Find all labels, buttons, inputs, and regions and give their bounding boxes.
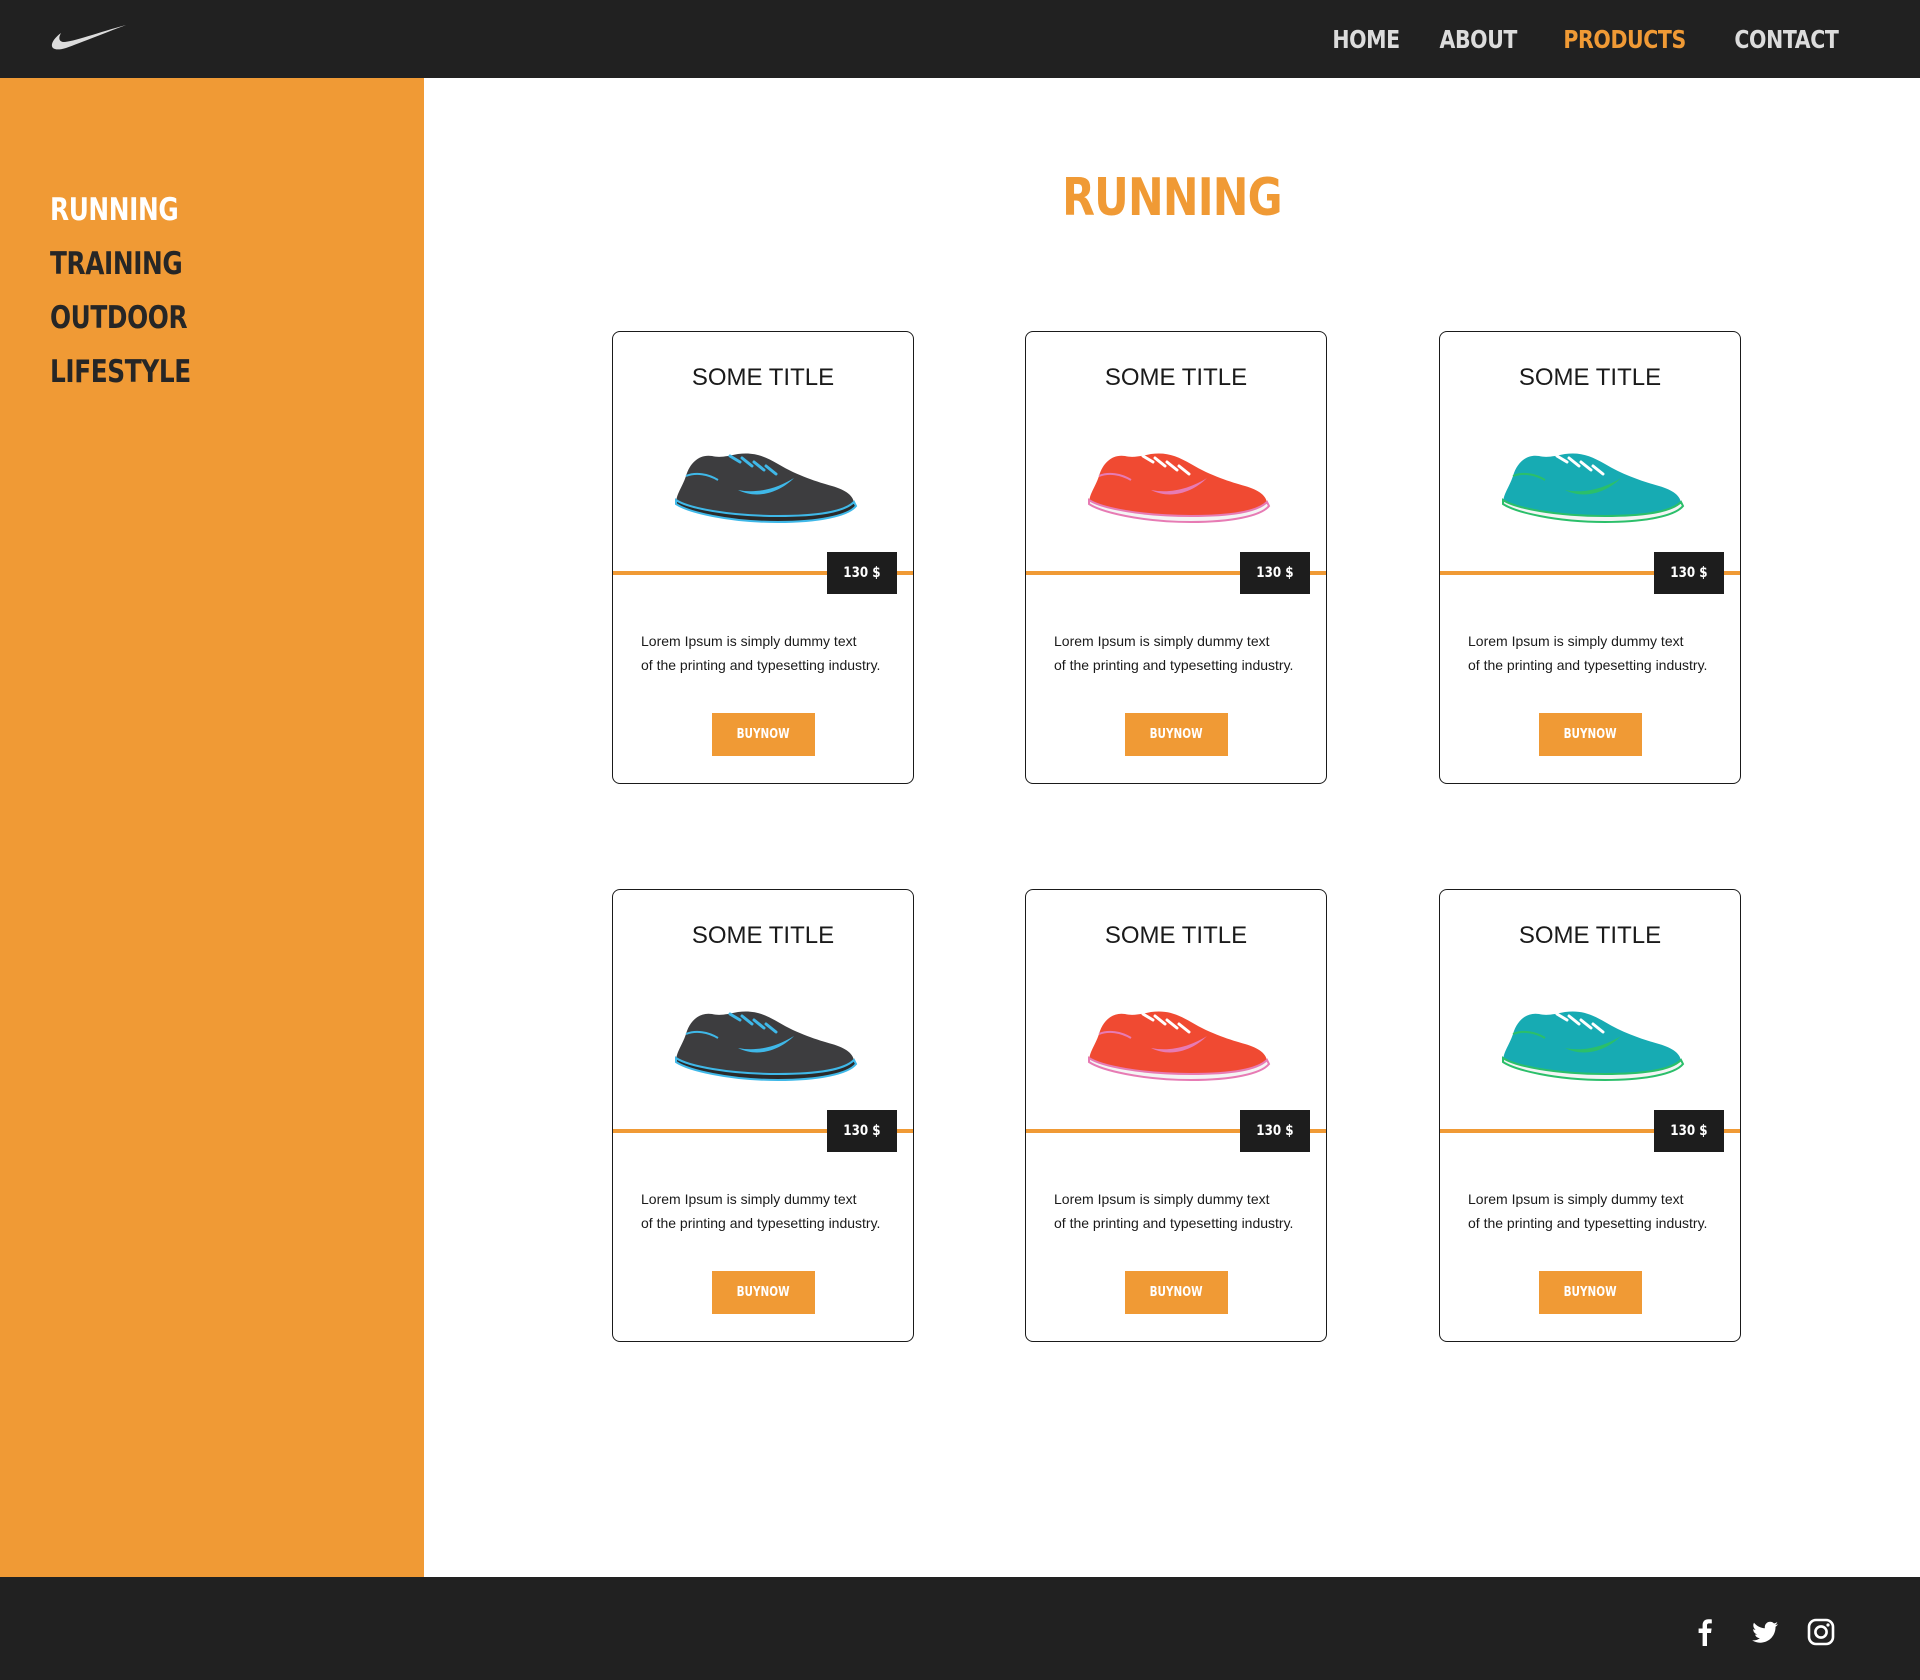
product-title: SOME TITLE (1104, 922, 1248, 949)
product-card: SOME TITLE 130 $ Lorem Ipsum is simply d… (1025, 331, 1327, 784)
price-label: 130 $ (1256, 1123, 1294, 1139)
buy-now-label: BUYNOW (737, 727, 790, 742)
buy-now-button[interactable]: BUYNOW (712, 1271, 815, 1314)
price-tag: 130 $ (1240, 552, 1310, 594)
product-description: Lorem Ipsum is simply dummy text of the … (1054, 1191, 1294, 1231)
buy-now-label: BUYNOW (1150, 727, 1203, 742)
product-title: SOME TITLE (1104, 364, 1248, 391)
buy-now-button[interactable]: BUYNOW (1539, 713, 1642, 756)
product-card: SOME TITLE 130 $ Lorem Ipsum is simply d… (1439, 889, 1741, 1342)
teal-shoe-image[interactable] (1495, 432, 1685, 532)
red-shoe-image[interactable] (1081, 990, 1271, 1090)
teal-shoe-image[interactable] (1495, 990, 1685, 1090)
product-title: SOME TITLE (1518, 922, 1662, 949)
main-nav: HOME ABOUT PRODUCTS CONTACT (1325, 0, 1850, 78)
price-label: 130 $ (1256, 565, 1294, 581)
nav-products[interactable]: PRODUCTS (1563, 25, 1686, 54)
category-outdoor[interactable]: OUTDOOR (50, 291, 191, 345)
red-shoe-image[interactable] (1081, 432, 1271, 532)
buy-now-button[interactable]: BUYNOW (1125, 713, 1228, 756)
product-title: SOME TITLE (691, 922, 835, 949)
price-tag: 130 $ (1654, 1110, 1724, 1152)
product-description: Lorem Ipsum is simply dummy text of the … (1468, 633, 1708, 673)
top-header: HOME ABOUT PRODUCTS CONTACT (0, 0, 1920, 78)
price-label: 130 $ (1670, 565, 1708, 581)
category-sidebar: RUNNING TRAINING OUTDOOR LIFESTYLE (0, 78, 424, 1577)
buy-now-button[interactable]: BUYNOW (1539, 1271, 1642, 1314)
buy-now-label: BUYNOW (1564, 1285, 1617, 1300)
nav-about[interactable]: ABOUT (1440, 25, 1518, 54)
page-title: RUNNING (1062, 168, 1282, 228)
nav-contact[interactable]: CONTACT (1735, 25, 1839, 54)
product-title: SOME TITLE (1518, 364, 1662, 391)
product-card: SOME TITLE 130 $ Lorem Ipsum is simply d… (612, 889, 914, 1342)
instagram-icon[interactable] (1806, 1617, 1836, 1647)
category-training[interactable]: TRAINING (50, 237, 191, 291)
product-title: SOME TITLE (691, 364, 835, 391)
buy-now-button[interactable]: BUYNOW (1125, 1271, 1228, 1314)
price-tag: 130 $ (1654, 552, 1724, 594)
category-running[interactable]: RUNNING (50, 183, 191, 237)
nav-home[interactable]: HOME (1333, 25, 1401, 54)
price-label: 130 $ (843, 565, 881, 581)
price-tag: 130 $ (827, 1110, 897, 1152)
category-lifestyle[interactable]: LIFESTYLE (50, 345, 191, 399)
facebook-icon[interactable] (1690, 1617, 1720, 1647)
buy-now-label: BUYNOW (1564, 727, 1617, 742)
dark-grey-shoe-image[interactable] (668, 990, 858, 1090)
page-footer (0, 1577, 1920, 1680)
dark-grey-shoe-image[interactable] (668, 432, 858, 532)
twitter-icon[interactable] (1750, 1617, 1780, 1647)
buy-now-label: BUYNOW (1150, 1285, 1203, 1300)
product-card: SOME TITLE 130 $ Lorem Ipsum is simply d… (1439, 331, 1741, 784)
product-card: SOME TITLE 130 $ Lorem Ipsum is simply d… (612, 331, 914, 784)
product-description: Lorem Ipsum is simply dummy text of the … (641, 633, 881, 673)
category-list: RUNNING TRAINING OUTDOOR LIFESTYLE (50, 183, 226, 399)
price-label: 130 $ (843, 1123, 881, 1139)
product-card: SOME TITLE 130 $ Lorem Ipsum is simply d… (1025, 889, 1327, 1342)
swoosh-logo-icon[interactable] (50, 22, 128, 54)
buy-now-button[interactable]: BUYNOW (712, 713, 815, 756)
price-tag: 130 $ (1240, 1110, 1310, 1152)
product-description: Lorem Ipsum is simply dummy text of the … (1054, 633, 1294, 673)
price-label: 130 $ (1670, 1123, 1708, 1139)
buy-now-label: BUYNOW (737, 1285, 790, 1300)
product-description: Lorem Ipsum is simply dummy text of the … (1468, 1191, 1708, 1231)
price-tag: 130 $ (827, 552, 897, 594)
product-description: Lorem Ipsum is simply dummy text of the … (641, 1191, 881, 1231)
